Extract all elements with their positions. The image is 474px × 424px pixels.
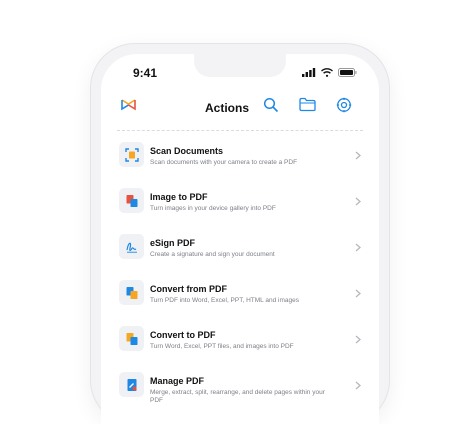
action-description: Scan documents with your camera to creat…: [150, 159, 298, 166]
action-description: Merge, extract, split, rearrange, and de…: [150, 389, 325, 404]
convert-from-pdf-icon: [119, 280, 144, 305]
battery-icon: [338, 68, 357, 77]
action-convert-from-pdf[interactable]: Convert from PDF Turn PDF into Word, Exc…: [117, 276, 363, 322]
chevron-right-icon: [355, 151, 361, 160]
action-title: Convert from PDF: [150, 284, 228, 294]
image-to-pdf-icon: [119, 188, 144, 213]
manage-pdf-icon: [119, 372, 144, 397]
action-title: Manage PDF: [150, 376, 205, 386]
convert-to-pdf-icon: [119, 326, 144, 351]
wifi-icon: [321, 68, 333, 77]
status-time: 9:41: [133, 66, 158, 80]
top-nav: Actions: [101, 94, 379, 120]
gear-icon[interactable]: [336, 97, 352, 118]
action-esign-pdf[interactable]: eSign PDF Create a signature and sign yo…: [117, 230, 363, 276]
app-screen: 9:41 Actions Scan Documents Scan documen…: [101, 54, 379, 424]
page-title: Actions: [205, 101, 250, 115]
signal-icon: [302, 68, 316, 77]
phone-frame: 9:41 Actions Scan Documents Scan documen…: [91, 44, 389, 424]
action-title: Scan Documents: [150, 146, 224, 156]
app-logo-icon[interactable]: [121, 98, 136, 116]
action-manage-pdf[interactable]: Manage PDF Merge, extract, split, rearra…: [117, 368, 363, 414]
chevron-right-icon: [355, 289, 361, 298]
action-description: Turn PDF into Word, Excel, PPT, HTML and…: [150, 297, 299, 304]
folder-icon[interactable]: [299, 97, 316, 117]
chevron-right-icon: [355, 381, 361, 390]
scan-icon: [119, 142, 144, 167]
action-title: Image to PDF: [150, 192, 208, 202]
action-convert-to-pdf[interactable]: Convert to PDF Turn Word, Excel, PPT fil…: [117, 322, 363, 368]
signature-icon: [119, 234, 144, 259]
search-icon[interactable]: [263, 97, 279, 118]
chevron-right-icon: [355, 243, 361, 252]
action-description: Turn Word, Excel, PPT files, and images …: [150, 343, 294, 350]
action-description: Create a signature and sign your documen…: [150, 251, 275, 258]
notch: [194, 54, 286, 77]
status-icons: [302, 68, 357, 77]
action-title: Convert to PDF: [150, 330, 216, 340]
chevron-right-icon: [355, 197, 361, 206]
chevron-right-icon: [355, 335, 361, 344]
action-description: Turn images in your device gallery into …: [150, 205, 276, 212]
header-divider: [117, 130, 363, 131]
action-image-to-pdf[interactable]: Image to PDF Turn images in your device …: [117, 184, 363, 230]
action-scan-documents[interactable]: Scan Documents Scan documents with your …: [117, 138, 363, 184]
action-title: eSign PDF: [150, 238, 196, 248]
